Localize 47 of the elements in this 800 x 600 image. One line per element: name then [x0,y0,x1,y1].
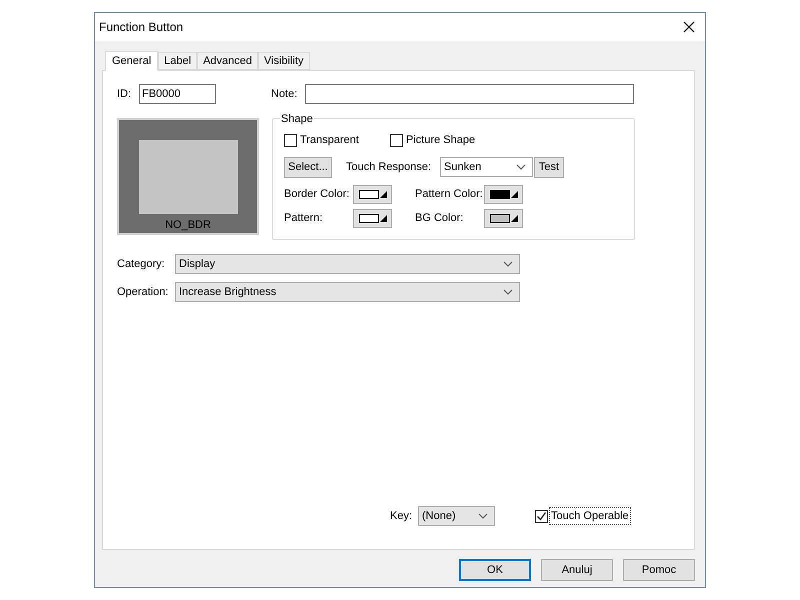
dropdown[interactable]: Sunken [440,157,533,177]
field-label: Pattern: [284,210,324,226]
dropdown[interactable]: Increase Brightness [175,282,520,302]
tab[interactable]: General [105,51,158,71]
field-label: Pattern Color: [415,186,484,202]
group-title: Shape [280,111,314,128]
checkbox-label: Transparent [300,133,360,148]
note-field[interactable] [305,84,634,104]
triangle-icon [380,214,386,222]
field-label: Category: [117,256,166,272]
select-button[interactable]: Select... [284,156,332,178]
triangle-icon [380,190,386,198]
field-label: Operation: [117,284,170,300]
color-picker[interactable] [484,184,523,204]
tab[interactable]: Advanced [197,52,258,70]
dialog-button[interactable]: Anuluj [541,559,613,581]
color-picker[interactable] [353,208,392,228]
field-label: Touch Response: [346,160,432,175]
checkbox[interactable] [390,134,403,147]
chevron-down-icon [478,513,488,519]
test-button[interactable]: Test [534,156,564,178]
checkbox[interactable] [284,134,297,147]
color-picker[interactable] [484,208,523,228]
preview-caption: NO_BDR [165,218,211,232]
field-label: Note: [271,86,298,102]
dialog-button[interactable]: Pomoc [623,559,695,581]
checkbox-label: Touch Operable [549,506,631,526]
id-field[interactable]: FB0000 [139,84,216,104]
color-picker[interactable] [353,184,392,204]
chevron-down-icon [516,164,526,170]
checkbox[interactable] [535,510,548,522]
window-title: Function Button [99,19,184,36]
field-label: ID: [117,86,132,102]
triangle-icon [510,214,518,222]
dropdown[interactable]: (None) [418,506,495,526]
field-label: Border Color: [284,186,350,202]
close-icon[interactable] [683,21,695,33]
field-label: BG Color: [415,210,464,226]
tab[interactable]: Visibility [258,52,310,70]
tab[interactable]: Label [158,52,198,70]
field-label: Key: [390,508,414,524]
triangle-icon [510,190,518,198]
chevron-down-icon [503,261,513,267]
dialog-button[interactable]: OK [459,559,531,581]
dropdown[interactable]: Display [175,254,520,274]
chevron-down-icon [503,289,513,295]
checkbox-label: Picture Shape [406,133,476,148]
